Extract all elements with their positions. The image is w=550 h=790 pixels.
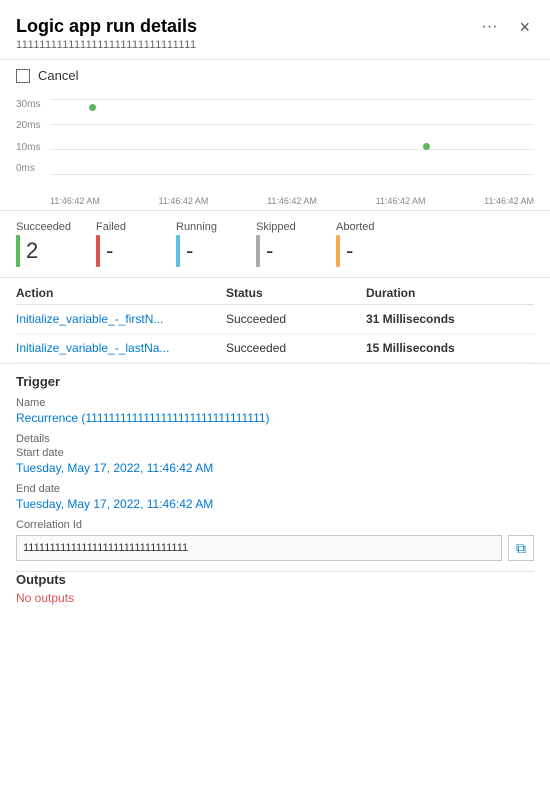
name-label: Name <box>16 397 534 409</box>
col-header-status: Status <box>226 286 366 300</box>
copy-icon: ⧉ <box>516 540 526 557</box>
status-label-running: Running <box>176 221 217 233</box>
x-label-2: 11:46:42 AM <box>159 196 209 206</box>
outputs-label: Outputs <box>16 572 534 587</box>
status-item-skipped: Skipped - <box>256 221 316 267</box>
page-title: Logic app run details <box>16 16 476 37</box>
bar-skipped <box>256 235 260 267</box>
details-section: Trigger Name Recurrence (111111111111111… <box>0 364 550 561</box>
status-item-inner-aborted: - <box>336 235 353 267</box>
correlation-input[interactable] <box>16 535 502 561</box>
header-subtitle: 1111111111111111111111111111111 <box>16 39 476 51</box>
grid-line-mid1 <box>50 124 534 125</box>
grid-line-mid2 <box>50 149 534 150</box>
grid-line-top <box>50 99 534 100</box>
close-button[interactable]: × <box>515 16 534 38</box>
chart-y-labels: 30ms 20ms 10ms 0ms <box>16 99 40 174</box>
panel: Logic app run details 111111111111111111… <box>0 0 550 790</box>
col-header-action: Action <box>16 286 226 300</box>
trigger-name-value[interactable]: Recurrence (1111111111111111111111111111… <box>16 411 534 425</box>
ellipsis-button[interactable]: ··· <box>476 16 504 38</box>
start-date-label: Start date <box>16 447 534 459</box>
chart-x-labels: 11:46:42 AM 11:46:42 AM 11:46:42 AM 11:4… <box>50 196 534 206</box>
grid-line-bottom <box>50 174 534 175</box>
status-item-aborted: Aborted - <box>336 221 396 267</box>
cell-action-2[interactable]: Initialize_variable_-_lastNa... <box>16 341 226 355</box>
cell-status-2: Succeeded <box>226 341 366 355</box>
cell-duration-2: 15 Milliseconds <box>366 341 534 355</box>
status-value-skipped: - <box>266 240 273 262</box>
status-value-failed: - <box>106 240 113 262</box>
status-item-inner-failed: - <box>96 235 113 267</box>
table-row[interactable]: Initialize_variable_-_lastNa... Succeede… <box>16 334 534 363</box>
trigger-header: Trigger <box>16 374 534 389</box>
table-row[interactable]: Initialize_variable_-_firstN... Succeede… <box>16 305 534 334</box>
correlation-label: Correlation Id <box>16 519 534 531</box>
start-date-value: Tuesday, May 17, 2022, 11:46:42 AM <box>16 461 534 475</box>
status-label-aborted: Aborted <box>336 221 375 233</box>
y-label-20: 20ms <box>16 120 40 131</box>
y-label-0: 0ms <box>16 163 40 174</box>
outputs-section: Outputs No outputs <box>0 572 550 621</box>
toolbar: Cancel <box>0 60 550 91</box>
chart-grid <box>50 99 534 174</box>
end-date-value: Tuesday, May 17, 2022, 11:46:42 AM <box>16 497 534 511</box>
status-value-running: - <box>186 240 193 262</box>
cancel-checkbox[interactable] <box>16 69 30 83</box>
end-date-label: End date <box>16 483 534 495</box>
y-label-10: 10ms <box>16 142 40 153</box>
copy-button[interactable]: ⧉ <box>508 535 534 561</box>
bar-failed <box>96 235 100 267</box>
status-label-failed: Failed <box>96 221 126 233</box>
col-header-duration: Duration <box>366 286 534 300</box>
chart-dot-2 <box>423 143 430 150</box>
bar-aborted <box>336 235 340 267</box>
status-item-running: Running - <box>176 221 236 267</box>
chart-section: 30ms 20ms 10ms 0ms 11:46:42 AM 11:46:42 … <box>0 91 550 211</box>
x-label-1: 11:46:42 AM <box>50 196 100 206</box>
status-item-inner-running: - <box>176 235 193 267</box>
status-item-inner-succeeded: 2 <box>16 235 38 267</box>
cell-action-1[interactable]: Initialize_variable_-_firstN... <box>16 312 226 326</box>
status-label-succeeded: Succeeded <box>16 221 71 233</box>
no-outputs-label: No outputs <box>16 591 534 605</box>
status-value-succeeded: 2 <box>26 240 38 262</box>
table-header-row: Action Status Duration <box>16 278 534 305</box>
header-left: Logic app run details 111111111111111111… <box>16 16 476 51</box>
status-value-aborted: - <box>346 240 353 262</box>
x-label-5: 11:46:42 AM <box>484 196 534 206</box>
status-label-skipped: Skipped <box>256 221 296 233</box>
bar-succeeded <box>16 235 20 267</box>
cell-duration-1: 31 Milliseconds <box>366 312 534 326</box>
y-label-30: 30ms <box>16 99 40 110</box>
status-item-failed: Failed - <box>96 221 156 267</box>
status-item-inner-skipped: - <box>256 235 273 267</box>
header-actions: ··· × <box>476 16 535 38</box>
details-label: Details <box>16 433 534 445</box>
chart-dot-1 <box>89 104 96 111</box>
correlation-row: ⧉ <box>16 535 534 561</box>
cell-status-1: Succeeded <box>226 312 366 326</box>
status-item-succeeded: Succeeded 2 <box>16 221 76 267</box>
x-label-4: 11:46:42 AM <box>376 196 426 206</box>
status-row: Succeeded 2 Failed - Running - Skipped <box>0 211 550 278</box>
x-label-3: 11:46:42 AM <box>267 196 317 206</box>
cancel-label[interactable]: Cancel <box>38 68 78 83</box>
actions-table: Action Status Duration Initialize_variab… <box>0 278 550 364</box>
header: Logic app run details 111111111111111111… <box>0 0 550 60</box>
bar-running <box>176 235 180 267</box>
